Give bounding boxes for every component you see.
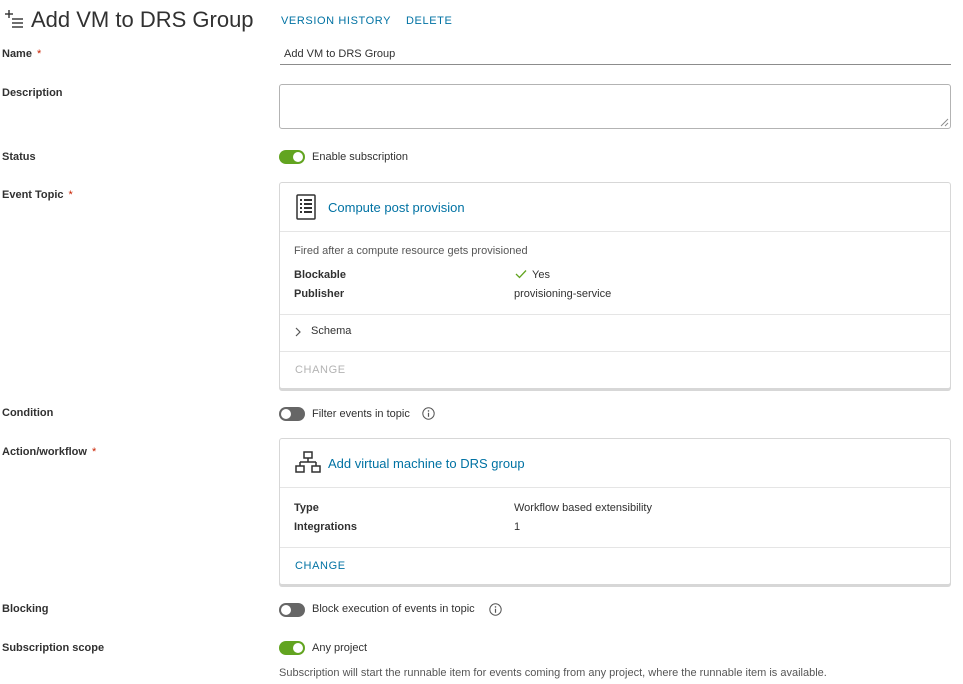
- type-value: Workflow based extensibility: [514, 502, 652, 514]
- delete-link[interactable]: DELETE: [406, 15, 452, 27]
- page-title: Add VM to DRS Group: [31, 7, 254, 32]
- event-topic-change-button[interactable]: CHANGE: [295, 364, 346, 376]
- block-execution-toggle[interactable]: [279, 603, 305, 617]
- check-icon: [515, 270, 527, 279]
- document-list-icon: [296, 194, 316, 220]
- publisher-key: Publisher: [294, 288, 345, 300]
- blocking-label: Blocking: [2, 603, 49, 615]
- divider: [280, 231, 950, 232]
- resize-grip-icon[interactable]: [940, 118, 949, 127]
- name-input[interactable]: [280, 44, 951, 65]
- event-topic-label: Event Topic *: [2, 189, 73, 201]
- event-topic-description: Fired after a compute resource gets prov…: [294, 245, 528, 257]
- any-project-toggle[interactable]: [279, 641, 305, 655]
- block-execution-label: Block execution of events in topic: [312, 603, 475, 615]
- action-workflow-change-button[interactable]: CHANGE: [295, 560, 346, 572]
- schema-toggle[interactable]: Schema: [311, 325, 351, 337]
- status-label: Status: [2, 151, 36, 163]
- any-project-label: Any project: [312, 642, 368, 654]
- description-textarea[interactable]: [279, 84, 951, 129]
- toggle-knob: [293, 152, 303, 162]
- name-label: Name *: [2, 48, 42, 60]
- subscription-add-icon: [5, 10, 23, 28]
- blockable-value: Yes: [532, 269, 550, 281]
- page-header: Add VM to DRS Group VERSION HISTORY DELE…: [0, 0, 963, 40]
- integrations-key: Integrations: [294, 521, 357, 533]
- action-workflow-title[interactable]: Add virtual machine to DRS group: [328, 456, 525, 471]
- toggle-knob: [293, 643, 303, 653]
- toggle-knob: [281, 409, 291, 419]
- filter-events-label: Filter events in topic: [312, 408, 410, 420]
- event-topic-title[interactable]: Compute post provision: [328, 200, 465, 215]
- publisher-value: provisioning-service: [514, 288, 612, 300]
- workflow-icon: [295, 451, 321, 473]
- toggle-knob: [281, 605, 291, 615]
- event-topic-card: Compute post provision Fired after a com…: [279, 182, 951, 389]
- divider: [280, 547, 950, 548]
- description-label: Description: [2, 87, 63, 99]
- integrations-value: 1: [514, 521, 521, 533]
- version-history-link[interactable]: VERSION HISTORY: [281, 15, 391, 27]
- filter-events-toggle[interactable]: [279, 407, 305, 421]
- required-marker: *: [36, 48, 42, 60]
- required-marker: *: [91, 446, 97, 458]
- required-marker: *: [68, 189, 73, 201]
- condition-label: Condition: [2, 407, 54, 419]
- divider: [280, 351, 950, 352]
- divider: [280, 487, 950, 488]
- subscription-scope-label: Subscription scope: [2, 642, 105, 654]
- type-key: Type: [294, 502, 319, 514]
- blockable-key: Blockable: [294, 269, 346, 281]
- info-icon[interactable]: [489, 603, 502, 616]
- subscription-scope-note: Subscription will start the runnable ite…: [279, 667, 827, 679]
- info-icon[interactable]: [422, 407, 435, 420]
- chevron-right-icon[interactable]: [294, 327, 302, 337]
- divider: [280, 314, 950, 315]
- action-workflow-card: Add virtual machine to DRS group Type Wo…: [279, 438, 951, 585]
- enable-subscription-toggle[interactable]: [279, 150, 305, 164]
- action-workflow-label: Action/workflow *: [2, 446, 97, 458]
- enable-subscription-label: Enable subscription: [312, 151, 409, 163]
